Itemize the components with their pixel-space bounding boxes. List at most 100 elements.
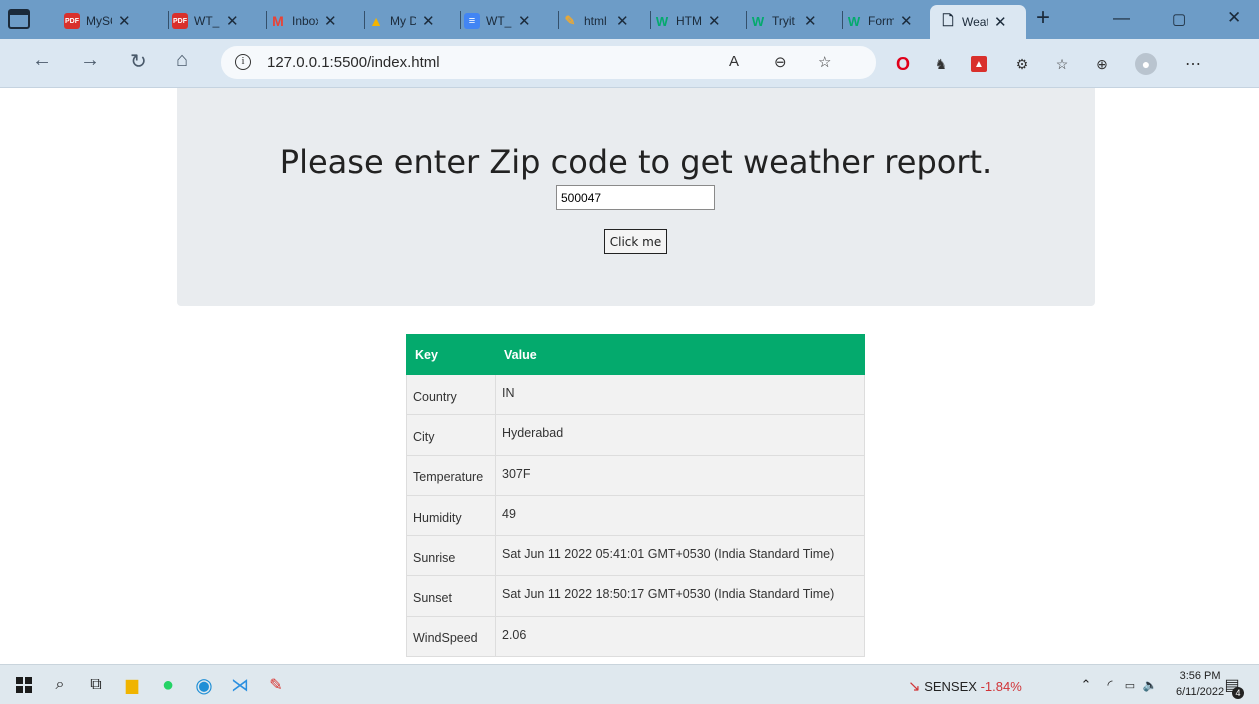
vscode-icon[interactable]: ⋊ [230, 675, 250, 695]
table-row: Sunrise Sat Jun 11 2022 05:41:01 GMT+053… [406, 535, 865, 577]
favorites-icon[interactable]: ☆ [1052, 54, 1072, 74]
jumbotron: Please enter Zip code to get weather rep… [177, 88, 1095, 306]
leaf-icon: ✎ [564, 13, 576, 28]
table-row: WindSpeed 2.06 [406, 615, 865, 658]
row-key: Sunset [406, 575, 496, 617]
back-icon[interactable]: ← [32, 49, 52, 72]
tab-6[interactable]: W HTML ✕ [650, 7, 721, 35]
maximize-icon[interactable]: ▢ [1172, 10, 1186, 28]
row-key: Sunrise [406, 535, 496, 577]
table-row: City Hyderabad [406, 414, 865, 456]
table-row: Sunset Sat Jun 11 2022 18:50:17 GMT+0530… [406, 575, 865, 617]
row-value: Hyderabad [495, 414, 865, 456]
table-row: Humidity 49 [406, 494, 865, 537]
trend-down-icon: ↘ [908, 678, 921, 695]
whatsapp-icon[interactable]: ● [158, 674, 178, 696]
pdf-icon: PDF [172, 13, 188, 29]
collections-icon[interactable]: ⊕ [1092, 54, 1112, 74]
wifi-icon[interactable]: ◜ [1100, 675, 1120, 695]
page-icon: 🗋 [942, 12, 954, 28]
close-tab-icon[interactable]: ✕ [994, 13, 1007, 31]
row-value: Sat Jun 11 2022 05:41:01 GMT+0530 (India… [495, 535, 865, 577]
clock[interactable]: 3:56 PM 6/11/2022 [1176, 668, 1224, 700]
row-value: Sat Jun 11 2022 18:50:17 GMT+0530 (India… [495, 575, 865, 617]
new-tab-icon[interactable]: + [1036, 4, 1050, 32]
more-icon[interactable]: ⋯ [1183, 54, 1203, 74]
tab-actions-icon[interactable] [8, 9, 30, 29]
refresh-icon[interactable]: ↻ [130, 49, 147, 74]
volume-icon[interactable]: 🔈 [1140, 675, 1160, 695]
address-bar[interactable]: i 127.0.0.1:5500/index.html A ⊖ ☆ [221, 46, 876, 79]
tab-0[interactable]: PDF MySQL ✕ [64, 7, 131, 35]
zoom-icon[interactable]: ⊖ [774, 53, 787, 71]
tab-7[interactable]: W Tryit ✕ [746, 7, 817, 35]
zip-input[interactable] [556, 185, 715, 210]
tab-active[interactable]: 🗋 Weather ✕ [930, 5, 1026, 39]
tab-5[interactable]: ✎ html ✕ [558, 7, 629, 35]
chevron-up-icon[interactable]: ⌃ [1076, 675, 1096, 695]
tab-title: WT_ [486, 14, 512, 28]
close-tab-icon[interactable]: ✕ [708, 12, 721, 30]
battery-icon[interactable]: ▭ [1120, 675, 1140, 695]
header-value: Value [495, 334, 865, 375]
file-explorer-icon[interactable]: ▆ [122, 675, 142, 695]
favorite-icon[interactable]: ☆ [818, 53, 831, 71]
close-tab-icon[interactable]: ✕ [518, 12, 531, 30]
table-row: Temperature 307F [406, 454, 865, 496]
page-heading: Please enter Zip code to get weather rep… [279, 143, 993, 181]
forward-icon[interactable]: → [80, 49, 100, 72]
taskbar: ⌕ ⧉ ▆ ● ◉ ⋊ ✎ ↘ SENSEX -1.84% ⌃ ◜ ▭ 🔈 3:… [0, 664, 1259, 704]
close-window-icon[interactable]: ✕ [1227, 8, 1241, 28]
tab-title: WT_ [194, 14, 220, 28]
tab-3[interactable]: ▲ My Drive ✕ [364, 7, 435, 35]
task-view-icon[interactable]: ⧉ [86, 675, 106, 695]
app-icon[interactable]: ✎ [266, 675, 286, 695]
read-aloud-icon[interactable]: A [729, 53, 739, 70]
tab-2[interactable]: M Inbox ✕ [266, 7, 337, 35]
tab-title: Tryit [772, 14, 795, 28]
search-icon[interactable]: ⌕ [50, 675, 70, 695]
clock-date: 6/11/2022 [1176, 686, 1225, 698]
sensex-change: -1.84% [980, 679, 1022, 694]
close-tab-icon[interactable]: ✕ [118, 12, 131, 30]
close-tab-icon[interactable]: ✕ [226, 12, 239, 30]
url-text[interactable]: 127.0.0.1:5500/index.html [267, 54, 440, 71]
stock-widget[interactable]: ↘ SENSEX -1.84% [908, 677, 1022, 695]
sensex-label: SENSEX [924, 679, 977, 694]
close-tab-icon[interactable]: ✕ [324, 12, 337, 30]
row-value: 2.06 [495, 615, 865, 658]
opera-icon[interactable]: O [893, 54, 913, 74]
tab-strip: PDF MySQL ✕ PDF WT_ ✕ M Inbox ✕ ▲ My Dri… [0, 0, 1259, 39]
edge-icon[interactable]: ◉ [194, 675, 214, 697]
info-icon[interactable]: i [235, 54, 251, 70]
w3schools-icon: W [751, 13, 765, 29]
close-tab-icon[interactable]: ✕ [900, 12, 913, 30]
tab-4[interactable]: ≡ WT_ ✕ [460, 7, 531, 35]
extensions-icon[interactable]: ⚙ [1012, 54, 1032, 74]
close-tab-icon[interactable]: ✕ [616, 12, 629, 30]
click-me-button[interactable]: Click me [604, 229, 667, 254]
w3schools-icon: W [847, 13, 861, 29]
drive-icon: ▲ [369, 13, 383, 29]
gmail-icon: M [272, 13, 284, 29]
tab-1[interactable]: PDF WT_ ✕ [168, 7, 239, 35]
row-key: Temperature [406, 454, 496, 496]
w3schools-icon: W [655, 13, 669, 29]
close-tab-icon[interactable]: ✕ [804, 12, 817, 30]
tab-8[interactable]: W Form ✕ [842, 7, 913, 35]
extension-icon[interactable]: ♞ [931, 54, 951, 74]
notification-count: 4 [1232, 687, 1244, 699]
minimize-icon[interactable]: — [1113, 8, 1130, 28]
row-key: WindSpeed [406, 615, 496, 658]
tab-title: MySQL [86, 14, 112, 28]
profile-avatar[interactable]: ● [1135, 53, 1157, 75]
close-tab-icon[interactable]: ✕ [422, 12, 435, 30]
row-value: 49 [495, 494, 865, 537]
row-key: Humidity [406, 494, 496, 537]
windows-start-icon[interactable] [14, 675, 34, 695]
tab-title: html [584, 14, 607, 28]
tab-title: My Drive [390, 14, 416, 28]
pdf-extension-icon[interactable]: ▲ [971, 56, 987, 72]
weather-table: Key Value Country IN City Hyderabad Temp… [406, 334, 865, 658]
home-icon[interactable]: ⌂ [176, 49, 188, 72]
